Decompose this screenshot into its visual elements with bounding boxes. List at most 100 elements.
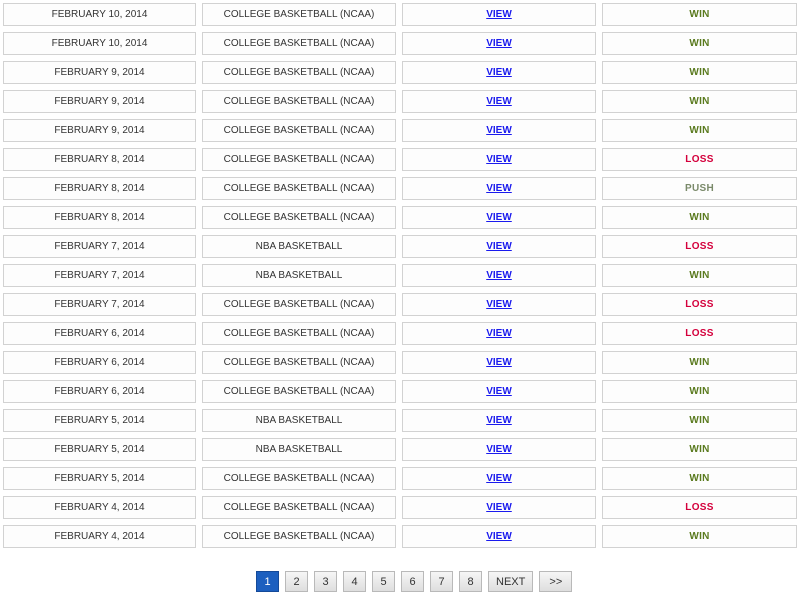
sport-cell: COLLEGE BASKETBALL (NCAA) [202, 61, 396, 84]
page-button-4[interactable]: 4 [343, 571, 366, 592]
date-text: FEBRUARY 5, 2014 [54, 444, 145, 455]
result-cell: WIN [602, 380, 797, 403]
result-badge: LOSS [685, 154, 714, 165]
sport-text: COLLEGE BASKETBALL (NCAA) [223, 125, 375, 136]
view-link[interactable]: VIEW [486, 473, 512, 484]
sport-cell: COLLEGE BASKETBALL (NCAA) [202, 32, 396, 55]
view-cell: VIEW [402, 148, 596, 171]
result-badge: WIN [689, 96, 710, 107]
date-text: FEBRUARY 7, 2014 [54, 270, 145, 281]
view-link[interactable]: VIEW [486, 531, 512, 542]
result-badge: WIN [689, 473, 710, 484]
sport-text: COLLEGE BASKETBALL (NCAA) [223, 502, 375, 513]
date-cell: FEBRUARY 8, 2014 [3, 206, 196, 229]
view-link[interactable]: VIEW [486, 270, 512, 281]
date-cell: FEBRUARY 6, 2014 [3, 322, 196, 345]
view-link[interactable]: VIEW [486, 9, 512, 20]
result-badge: LOSS [685, 328, 714, 339]
view-link[interactable]: VIEW [486, 386, 512, 397]
sport-cell: COLLEGE BASKETBALL (NCAA) [202, 380, 396, 403]
view-link[interactable]: VIEW [486, 96, 512, 107]
date-cell: FEBRUARY 7, 2014 [3, 264, 196, 287]
next-page-button[interactable]: NEXT [488, 571, 534, 592]
page-button-2[interactable]: 2 [285, 571, 308, 592]
sport-cell: COLLEGE BASKETBALL (NCAA) [202, 351, 396, 374]
sport-cell: COLLEGE BASKETBALL (NCAA) [202, 206, 396, 229]
result-badge: WIN [689, 9, 710, 20]
result-badge: LOSS [685, 241, 714, 252]
table-row: FEBRUARY 9, 2014 COLLEGE BASKETBALL (NCAA… [0, 61, 800, 84]
table-row: FEBRUARY 6, 2014 COLLEGE BASKETBALL (NCAA… [0, 351, 800, 374]
view-cell: VIEW [402, 206, 596, 229]
date-text: FEBRUARY 6, 2014 [54, 357, 145, 368]
date-text: FEBRUARY 7, 2014 [54, 241, 145, 252]
sport-text: NBA BASKETBALL [255, 415, 343, 426]
view-link[interactable]: VIEW [486, 154, 512, 165]
view-cell: VIEW [402, 322, 596, 345]
view-link[interactable]: VIEW [486, 212, 512, 223]
view-link[interactable]: VIEW [486, 415, 512, 426]
result-cell: WIN [602, 119, 797, 142]
result-cell: WIN [602, 32, 797, 55]
result-cell: WIN [602, 351, 797, 374]
sport-text: COLLEGE BASKETBALL (NCAA) [223, 328, 375, 339]
table-row: FEBRUARY 7, 2014 NBA BASKETBALL VIEW WIN [0, 264, 800, 287]
page-button-5[interactable]: 5 [372, 571, 395, 592]
result-badge: WIN [689, 386, 710, 397]
date-text: FEBRUARY 7, 2014 [54, 299, 145, 310]
table-row: FEBRUARY 6, 2014 COLLEGE BASKETBALL (NCAA… [0, 322, 800, 345]
table-row: FEBRUARY 10, 2014 COLLEGE BASKETBALL (NCA… [0, 32, 800, 55]
table-row: FEBRUARY 5, 2014 NBA BASKETBALL VIEW WIN [0, 438, 800, 461]
page-button-8[interactable]: 8 [459, 571, 482, 592]
view-link[interactable]: VIEW [486, 328, 512, 339]
sport-cell: COLLEGE BASKETBALL (NCAA) [202, 525, 396, 548]
result-cell: WIN [602, 264, 797, 287]
result-cell: LOSS [602, 148, 797, 171]
date-text: FEBRUARY 5, 2014 [54, 473, 145, 484]
page-button-7[interactable]: 7 [430, 571, 453, 592]
sport-text: COLLEGE BASKETBALL (NCAA) [223, 386, 375, 397]
view-link[interactable]: VIEW [486, 125, 512, 136]
date-cell: FEBRUARY 7, 2014 [3, 293, 196, 316]
sport-cell: COLLEGE BASKETBALL (NCAA) [202, 90, 396, 113]
result-badge: PUSH [685, 183, 714, 194]
sport-cell: NBA BASKETBALL [202, 409, 396, 432]
table-row: FEBRUARY 9, 2014 COLLEGE BASKETBALL (NCAA… [0, 90, 800, 113]
date-cell: FEBRUARY 9, 2014 [3, 119, 196, 142]
page-button-3[interactable]: 3 [314, 571, 337, 592]
sport-text: COLLEGE BASKETBALL (NCAA) [223, 212, 375, 223]
date-cell: FEBRUARY 7, 2014 [3, 235, 196, 258]
view-link[interactable]: VIEW [486, 183, 512, 194]
view-cell: VIEW [402, 61, 596, 84]
result-cell: WIN [602, 61, 797, 84]
sport-text: NBA BASKETBALL [255, 270, 343, 281]
view-link[interactable]: VIEW [486, 299, 512, 310]
table-row: FEBRUARY 7, 2014 COLLEGE BASKETBALL (NCAA… [0, 293, 800, 316]
result-cell: WIN [602, 90, 797, 113]
view-link[interactable]: VIEW [486, 502, 512, 513]
result-badge: WIN [689, 38, 710, 49]
view-link[interactable]: VIEW [486, 444, 512, 455]
table-row: FEBRUARY 4, 2014 COLLEGE BASKETBALL (NCAA… [0, 496, 800, 519]
view-link[interactable]: VIEW [486, 67, 512, 78]
sport-cell: NBA BASKETBALL [202, 235, 396, 258]
view-link[interactable]: VIEW [486, 38, 512, 49]
page-button-1[interactable]: 1 [256, 571, 279, 592]
result-badge: WIN [689, 415, 710, 426]
date-cell: FEBRUARY 8, 2014 [3, 148, 196, 171]
view-cell: VIEW [402, 177, 596, 200]
last-page-button[interactable]: >> [539, 571, 573, 592]
page-button-6[interactable]: 6 [401, 571, 424, 592]
sport-cell: COLLEGE BASKETBALL (NCAA) [202, 3, 396, 26]
picks-table: FEBRUARY 10, 2014 COLLEGE BASKETBALL (NCA… [0, 3, 800, 554]
result-cell: WIN [602, 525, 797, 548]
date-text: FEBRUARY 9, 2014 [54, 67, 145, 78]
result-badge: WIN [689, 270, 710, 281]
sport-cell: COLLEGE BASKETBALL (NCAA) [202, 496, 396, 519]
view-cell: VIEW [402, 380, 596, 403]
view-link[interactable]: VIEW [486, 241, 512, 252]
result-badge: LOSS [685, 502, 714, 513]
date-text: FEBRUARY 4, 2014 [54, 502, 145, 513]
view-link[interactable]: VIEW [486, 357, 512, 368]
date-cell: FEBRUARY 10, 2014 [3, 32, 196, 55]
